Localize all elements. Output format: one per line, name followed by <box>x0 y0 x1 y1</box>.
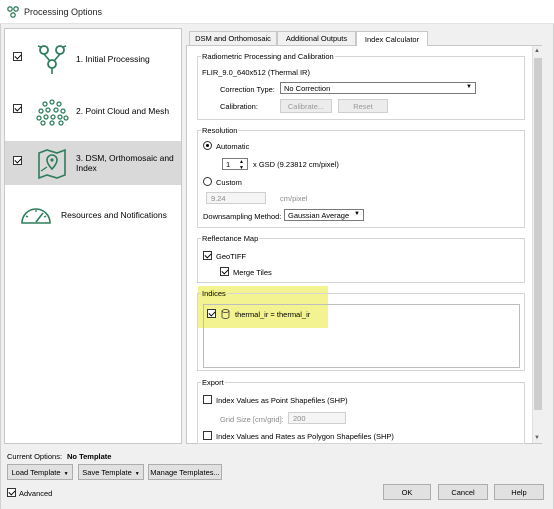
downsampling-dropdown[interactable]: Gaussian Average ▼ <box>284 209 364 221</box>
sidebar-item-resources[interactable]: Resources and Notifications <box>5 193 181 237</box>
point-shapefiles-checkbox[interactable] <box>203 395 212 404</box>
options-sidebar: 1. Initial Processing 2. Point Cloud and… <box>4 28 182 444</box>
custom-resolution-input[interactable]: 9.24 <box>206 192 266 204</box>
spin-arrows-icon: ▲ ▼ <box>239 159 244 171</box>
resolution-group: Resolution Automatic 1 ▲ ▼ x GSD (9.23812… <box>197 126 525 228</box>
gsd-spinbox[interactable]: 1 ▲ ▼ <box>222 158 248 171</box>
automatic-label: Automatic <box>216 142 250 151</box>
current-options-label: Current Options: <box>7 452 63 461</box>
custom-label: Custom <box>216 178 242 187</box>
automatic-radio[interactable] <box>203 141 212 150</box>
tab-additional-outputs[interactable]: Additional Outputs <box>277 31 356 45</box>
tab-dsm-orthomosaic[interactable]: DSM and Orthomosaic <box>189 31 277 45</box>
load-template-button[interactable]: Load Template ▼ <box>7 464 73 480</box>
grid-size-input[interactable]: 200 <box>288 412 346 424</box>
camera-model: FLIR_9.0_640x512 (Thermal IR) <box>202 68 310 77</box>
window-title: Processing Options <box>24 7 103 17</box>
manage-templates-button[interactable]: Manage Templates... <box>148 464 222 480</box>
chevron-down-icon: ▼ <box>63 471 69 477</box>
sidebar-item-label: 3. DSM, Orthomosaic and Index <box>76 153 174 173</box>
index-label: thermal_ir = thermal_ir <box>235 310 311 319</box>
sidebar-item-point-cloud[interactable]: 2. Point Cloud and Mesh <box>5 89 181 133</box>
group-title: Reflectance Map <box>201 234 260 243</box>
reflectance-group: Reflectance Map GeoTIFF Merge Tiles <box>197 234 525 283</box>
list-item[interactable]: thermal_ir = thermal_ir <box>206 308 326 320</box>
initial-processing-icon <box>37 45 67 74</box>
button-label: Load Template <box>11 467 61 477</box>
map-pin-icon <box>38 148 66 179</box>
tab-index-calculator[interactable]: Index Calculator <box>356 31 428 46</box>
dropdown-value: Gaussian Average <box>288 210 350 220</box>
current-options-value: No Template <box>67 452 112 461</box>
merge-tiles-label: Merge Tiles <box>233 268 272 277</box>
sidebar-item-label: Resources and Notifications <box>61 210 167 220</box>
dropdown-value: No Correction <box>284 83 331 93</box>
sidebar-item-checkbox[interactable] <box>13 156 22 165</box>
gsd-text: x GSD (9.23812 cm/pixel) <box>253 160 339 169</box>
reset-button[interactable]: Reset <box>338 99 388 113</box>
indices-group: Indices thermal_ir = thermal_ir <box>197 289 525 371</box>
gauge-icon <box>21 208 51 224</box>
spin-value: 1 <box>226 159 231 169</box>
sidebar-item-label: 1. Initial Processing <box>76 54 150 64</box>
advanced-label: Advanced <box>19 489 53 498</box>
group-title: Export <box>201 378 225 387</box>
chevron-down-icon: ▼ <box>466 84 472 90</box>
database-icon <box>221 309 230 319</box>
scroll-thumb[interactable] <box>534 58 542 410</box>
ok-button[interactable]: OK <box>383 484 431 500</box>
title-bar: Processing Options <box>0 0 554 24</box>
custom-radio[interactable] <box>203 177 212 186</box>
sidebar-item-initial-processing[interactable]: 1. Initial Processing <box>5 37 181 81</box>
polygon-shapefiles-checkbox[interactable] <box>203 431 212 440</box>
merge-tiles-checkbox[interactable] <box>220 267 229 276</box>
scroll-up-icon[interactable]: ▲ <box>534 48 540 54</box>
correction-type-dropdown[interactable]: No Correction ▼ <box>280 82 476 94</box>
radiometric-group: Radiometric Processing and Calibration F… <box>197 52 525 120</box>
point-cloud-icon <box>36 99 69 126</box>
sidebar-item-checkbox[interactable] <box>13 104 22 113</box>
pix4d-app-icon <box>7 6 19 18</box>
chevron-down-icon: ▼ <box>134 471 140 477</box>
help-button[interactable]: Help <box>494 484 544 500</box>
indices-list: thermal_ir = thermal_ir <box>203 304 520 368</box>
button-label: Save Template <box>82 467 132 477</box>
group-title: Radiometric Processing and Calibration <box>201 52 335 61</box>
advanced-checkbox[interactable] <box>7 488 16 497</box>
vertical-scrollbar[interactable]: ▲ ▼ <box>532 46 542 443</box>
calibrate-button[interactable]: Calibrate... <box>280 99 332 113</box>
group-title: Resolution <box>201 126 239 135</box>
sidebar-item-label: 2. Point Cloud and Mesh <box>76 106 170 116</box>
cancel-button[interactable]: Cancel <box>438 484 488 500</box>
grid-size-label: Grid Size [cm/grid]: <box>220 415 284 424</box>
geotiff-label: GeoTIFF <box>216 252 247 261</box>
downsampling-label: Downsampling Method: <box>203 212 282 221</box>
calibration-label: Calibration: <box>220 102 258 111</box>
point-shapefiles-label: Index Values as Point Shapefiles (SHP) <box>216 396 348 405</box>
geotiff-checkbox[interactable] <box>203 251 212 260</box>
group-title: Indices <box>201 289 227 298</box>
export-group: Export Index Values as Point Shapefiles … <box>197 378 525 444</box>
index-checkbox[interactable] <box>207 309 216 318</box>
custom-unit: cm/pixel <box>280 194 308 203</box>
polygon-shapefiles-label: Index Values and Rates as Polygon Shapef… <box>216 432 394 441</box>
scroll-down-icon[interactable]: ▼ <box>534 435 540 441</box>
save-template-button[interactable]: Save Template ▼ <box>78 464 144 480</box>
sidebar-item-checkbox[interactable] <box>13 52 22 61</box>
correction-type-label: Correction Type: <box>220 85 275 94</box>
chevron-down-icon: ▼ <box>354 211 360 217</box>
sidebar-item-dsm-orthomosaic[interactable]: 3. DSM, Orthomosaic and Index <box>5 141 181 185</box>
